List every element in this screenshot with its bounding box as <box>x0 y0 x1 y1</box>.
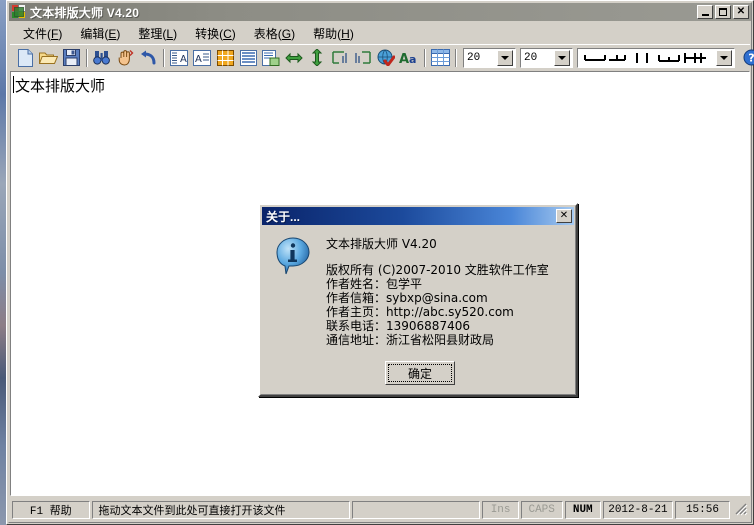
globe-check-icon[interactable] <box>375 47 397 69</box>
document-text: 文本排版大师 <box>15 77 106 95</box>
text-caret <box>13 76 14 93</box>
status-bar: F1 帮助 拖动文本文件到此处可直接打开该文件 Ins CAPS NUM 201… <box>10 499 750 521</box>
menu-item-table-label: 表格 <box>253 26 278 41</box>
status-ins-label: Ins <box>490 504 511 516</box>
align-left-rows-icon[interactable] <box>329 47 351 69</box>
menu-item-file[interactable]: 文件(F) <box>14 23 71 44</box>
status-date-label: 2012-8-21 <box>608 504 668 516</box>
toolbar-separator-3 <box>421 48 428 68</box>
resize-grip[interactable] <box>734 502 750 518</box>
open-folder-icon[interactable] <box>37 47 59 69</box>
about-dialog-ok-button[interactable]: 确定 <box>385 361 455 385</box>
toolbar: A A A a 20 20 ? <box>10 44 754 70</box>
info-bubble-icon <box>275 237 311 275</box>
status-time-label: 15:56 <box>685 504 719 516</box>
svg-text:a: a <box>409 53 416 66</box>
status-caps-label: CAPS <box>528 504 555 516</box>
window-controls: ✕ <box>697 5 749 19</box>
menu-item-convert-label: 转换 <box>195 26 220 41</box>
menu-item-edit[interactable]: 编辑(E) <box>71 23 129 44</box>
status-help-hint-label: F1 帮助 <box>29 506 72 518</box>
paragraph-indent-icon[interactable]: A <box>168 47 190 69</box>
about-dialog-close-button[interactable]: ✕ <box>556 209 572 223</box>
copy-page-icon[interactable] <box>260 47 282 69</box>
new-file-icon[interactable] <box>14 47 36 69</box>
cols-combobox[interactable]: 20 <box>520 47 573 68</box>
chevron-down-icon[interactable] <box>716 49 732 66</box>
menu-item-help-accel: H <box>341 26 350 41</box>
lines-icon[interactable] <box>237 47 259 69</box>
font-case-icon[interactable]: A a <box>398 47 420 69</box>
align-right-rows-icon[interactable] <box>352 47 374 69</box>
menu-item-convert[interactable]: 转换(C) <box>186 23 245 44</box>
window-title: 文本排版大师 V4.20 <box>30 5 140 20</box>
menu-item-help-label: 帮助 <box>313 26 338 41</box>
status-spacer-panel <box>352 501 481 519</box>
save-disk-icon[interactable] <box>60 47 82 69</box>
menu-item-help[interactable]: 帮助(H) <box>304 23 363 44</box>
text-align-icon[interactable]: A <box>191 47 213 69</box>
status-date: 2012-8-21 <box>602 501 673 519</box>
minimize-button[interactable] <box>697 5 713 19</box>
cols-combobox-value: 20 <box>524 51 538 64</box>
about-copyright-line: 版权所有 (C)2007-2010 文胜软件工作室 <box>326 263 549 277</box>
status-ins-indicator: Ins <box>482 501 519 519</box>
about-dialog-title-bar[interactable]: 关于... ✕ <box>262 207 574 225</box>
svg-text:?: ? <box>748 52 754 65</box>
about-dialog: 关于... ✕ 文本排版大师 V4.20 版权所有 (C)2007-2010 文… <box>258 203 578 397</box>
menu-item-arrange-accel: L <box>166 26 174 41</box>
status-num-label: NUM <box>572 504 593 516</box>
svg-text:A: A <box>180 54 187 65</box>
about-app-version-line: 文本排版大师 V4.20 <box>326 237 437 251</box>
undo-arrow-icon[interactable] <box>137 47 159 69</box>
menu-bar: 文件(F) 编辑(E) 整理(L) 转换(C) 表格(G) 帮助(H) <box>10 23 750 43</box>
svg-text:A: A <box>195 54 202 65</box>
chevron-down-icon[interactable] <box>497 49 513 66</box>
status-message-label: 拖动文本文件到此处可直接打开该文件 <box>98 505 286 517</box>
menu-item-convert-accel: C <box>223 26 232 41</box>
status-time: 15:56 <box>674 501 730 519</box>
help-question-icon[interactable]: ? <box>740 47 754 69</box>
svg-text:A: A <box>399 52 409 66</box>
status-num-indicator: NUM <box>564 501 601 519</box>
about-dialog-ok-button-label: 确定 <box>388 364 452 382</box>
menu-item-file-accel: F <box>51 26 59 41</box>
border-style-preview-icon <box>578 50 716 66</box>
close-icon: ✕ <box>559 210 569 221</box>
find-binoculars-icon[interactable] <box>91 47 113 69</box>
maximize-button[interactable] <box>715 5 731 19</box>
status-message: 拖动文本文件到此处可直接打开该文件 <box>91 501 351 519</box>
menu-item-arrange[interactable]: 整理(L) <box>129 23 186 44</box>
toolbar-separator-4 <box>452 48 459 68</box>
toolbar-separator-1 <box>83 48 90 68</box>
rows-combobox[interactable]: 20 <box>463 47 516 68</box>
vertical-arrows-icon[interactable] <box>306 47 328 69</box>
status-caps-indicator: CAPS <box>520 501 563 519</box>
rows-combobox-value: 20 <box>467 51 481 64</box>
about-mailing-address-line: 通信地址：浙江省松阳县财政局 <box>326 333 495 347</box>
about-contact-phone-line: 联系电话：13906887406 <box>326 319 470 333</box>
toolbar-separator-2 <box>160 48 167 68</box>
about-dialog-body: 文本排版大师 V4.20 版权所有 (C)2007-2010 文胜软件工作室 作… <box>326 235 568 347</box>
menu-item-table-accel: G <box>281 26 292 41</box>
menu-item-table[interactable]: 表格(G) <box>245 23 304 44</box>
menu-item-edit-label: 编辑 <box>80 26 105 41</box>
grid-table-icon[interactable] <box>214 47 236 69</box>
window-title-bar[interactable]: 文本排版大师 V4.20 ✕ <box>9 3 751 21</box>
about-author-homepage-line: 作者主页：http://abc.sy520.com <box>326 305 514 319</box>
menu-item-edit-accel: E <box>108 26 117 41</box>
menu-item-file-label: 文件 <box>23 26 48 41</box>
border-style-combobox[interactable] <box>577 47 735 68</box>
app-blocks-icon <box>11 4 27 20</box>
horizontal-arrows-icon[interactable] <box>283 47 305 69</box>
replace-hand-icon[interactable] <box>114 47 136 69</box>
menu-item-arrange-label: 整理 <box>138 26 163 41</box>
insert-table-icon[interactable] <box>429 47 451 69</box>
chevron-down-icon[interactable] <box>554 49 570 66</box>
status-help-hint: F1 帮助 <box>12 501 90 519</box>
about-author-email-line: 作者信箱：sybxp@sina.com <box>326 291 488 305</box>
about-dialog-title: 关于... <box>266 209 301 224</box>
about-author-name-line: 作者姓名：包学平 <box>326 277 423 291</box>
close-button[interactable]: ✕ <box>733 5 749 19</box>
